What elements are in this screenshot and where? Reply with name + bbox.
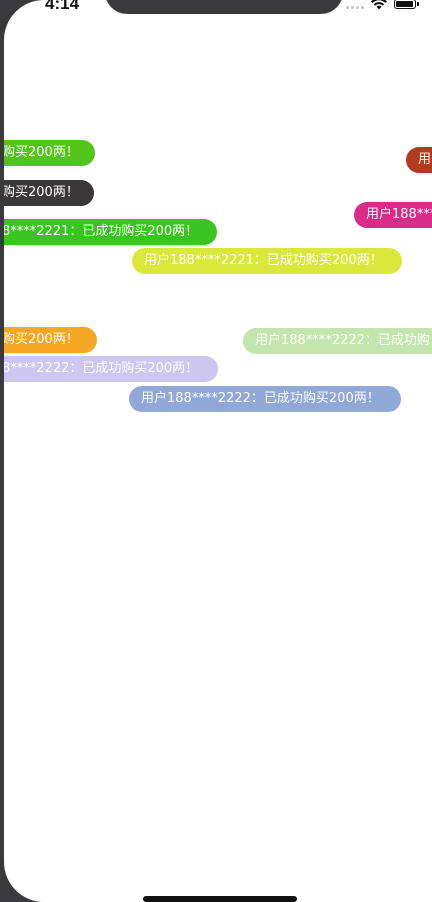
danmaku-item: 用户188****2222：已成功购买200两！ [129, 386, 401, 412]
danmaku-item: 8****2222：已成功购买200两！ [4, 356, 218, 382]
danmaku-item: 用户188****2222：已成功购 [243, 328, 432, 354]
status-icons [346, 0, 419, 12]
status-time: 4:14 [45, 0, 80, 13]
cellular-signal-icon [346, 0, 364, 9]
phone-frame: 4:14 购买200两！ 用 购买200两！ 用户188*** 8****222… [0, 0, 432, 902]
app-screen: 4:14 购买200两！ 用 购买200两！ 用户188*** 8****222… [4, 0, 432, 902]
wifi-icon [371, 0, 387, 10]
danmaku-item: 用户188*** [354, 202, 432, 228]
danmaku-item: 购买200两！ [4, 140, 95, 166]
danmaku-item: 8****2221：已成功购买200两！ [4, 219, 217, 245]
danmaku-item: 用 [406, 147, 432, 173]
danmaku-item: 购买200两！ [4, 327, 97, 353]
danmaku-item: 购买200两！ [4, 180, 94, 206]
battery-icon [394, 0, 419, 9]
danmaku-item: 用户188****2221：已成功购买200两！ [132, 248, 402, 274]
home-indicator [143, 896, 297, 902]
device-notch [105, 0, 343, 14]
